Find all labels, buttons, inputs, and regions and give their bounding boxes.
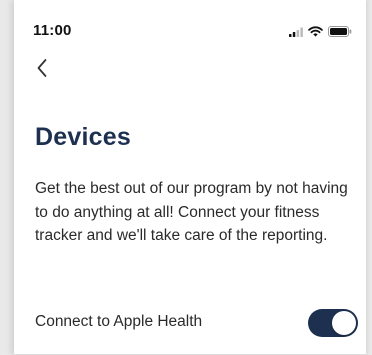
- apple-health-setting-row: Connect to Apple Health: [14, 302, 366, 342]
- status-icons: [289, 24, 352, 42]
- wifi-icon: [308, 24, 323, 42]
- apple-health-label: Connect to Apple Health: [35, 313, 203, 330]
- toggle-knob: [332, 311, 356, 335]
- status-time: 11:00: [33, 22, 72, 39]
- back-button[interactable]: [30, 58, 54, 82]
- page-description: Get the best out of our program by not h…: [35, 180, 348, 244]
- chevron-left-icon: [36, 58, 48, 83]
- cellular-signal-icon: [289, 24, 303, 42]
- page-title: Devices: [35, 123, 131, 151]
- status-bar: 11:00: [14, 0, 366, 44]
- battery-icon: [328, 24, 352, 42]
- apple-health-toggle[interactable]: [308, 309, 358, 337]
- phone-screen: 11:00 Devices Get the best out of our pr…: [14, 0, 366, 355]
